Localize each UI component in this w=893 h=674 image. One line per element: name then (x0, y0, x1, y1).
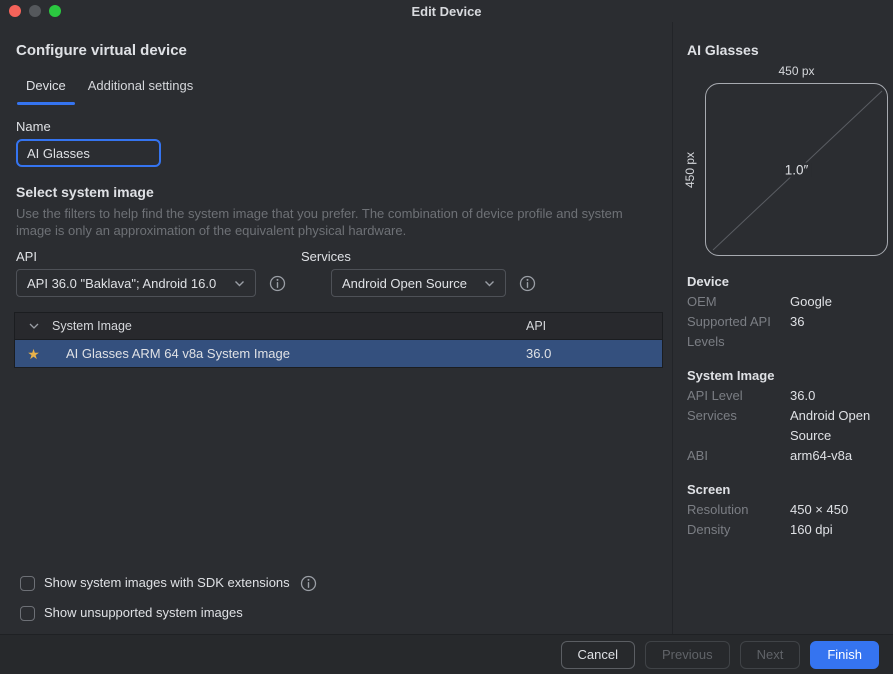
spec-row-services: Services Android Open Source (687, 406, 888, 446)
sdk-extensions-checkbox[interactable] (20, 576, 35, 591)
previous-button[interactable]: Previous (645, 641, 730, 669)
spec-row-resolution: Resolution 450 × 450 (687, 500, 888, 520)
system-image-description: Use the filters to help find the system … (16, 205, 632, 239)
spec-label: OEM (687, 292, 790, 312)
spec-row-api-level: API Level 36.0 (687, 386, 888, 406)
window-controls (9, 5, 61, 17)
spec-row-density: Density 160 dpi (687, 520, 888, 540)
spec-value: 160 dpi (790, 520, 888, 540)
api-info-icon[interactable] (269, 275, 286, 292)
column-header-api[interactable]: API (526, 319, 662, 333)
api-dropdown-value: API 36.0 "Baklava"; Android 16.0 (27, 276, 226, 291)
spec-row-abi: ABI arm64-v8a (687, 446, 888, 466)
column-header-system-image[interactable]: System Image (52, 319, 526, 333)
preview-device-name: AI Glasses (687, 42, 888, 59)
services-dropdown-value: Android Open Source (342, 276, 476, 291)
spec-label: Density (687, 520, 790, 540)
finish-button[interactable]: Finish (810, 641, 879, 669)
minimize-window-button[interactable] (29, 5, 41, 17)
favorite-star-icon[interactable]: ★ (27, 347, 40, 361)
spec-value: Google (790, 292, 888, 312)
spec-value: 36 (790, 312, 888, 352)
edit-device-dialog: Edit Device Configure virtual device Dev… (0, 0, 893, 674)
api-label: API (16, 249, 301, 265)
zoom-window-button[interactable] (49, 5, 61, 17)
unsupported-images-checkbox[interactable] (20, 606, 35, 621)
spec-label: Services (687, 406, 790, 446)
services-label: Services (301, 249, 351, 265)
system-image-name-cell: AI Glasses ARM 64 v8a System Image (52, 346, 526, 361)
checkbox-group: Show system images with SDK extensions S… (20, 573, 317, 633)
unsupported-images-checkbox-row: Show unsupported system images (20, 603, 317, 623)
sdk-extensions-info-icon[interactable] (300, 575, 317, 592)
name-label: Name (16, 119, 656, 135)
spec-section-device: Device (687, 272, 888, 292)
screen-width-label: 450 px (705, 63, 888, 79)
table-header-row: System Image API (15, 313, 662, 340)
tab-bar: Device Additional settings (17, 78, 656, 105)
screen-outline: 450 px 1.0″ (705, 83, 888, 256)
spec-value: Android Open Source (790, 406, 888, 446)
page-title: Configure virtual device (16, 42, 656, 60)
chevron-down-icon (484, 280, 495, 287)
table-row[interactable]: ★ AI Glasses ARM 64 v8a System Image 36.… (15, 340, 662, 367)
screen-height-label: 450 px (683, 150, 699, 190)
device-preview-pane: AI Glasses 450 px 450 px 1.0″ Device OEM… (672, 22, 893, 634)
spec-label: API Level (687, 386, 790, 406)
spec-value: arm64-v8a (790, 446, 888, 466)
tab-additional-settings-label: Additional settings (88, 78, 194, 94)
cancel-button[interactable]: Cancel (561, 641, 635, 669)
titlebar: Edit Device (0, 0, 893, 22)
sdk-extensions-checkbox-row: Show system images with SDK extensions (20, 573, 317, 593)
api-dropdown[interactable]: API 36.0 "Baklava"; Android 16.0 (16, 269, 256, 297)
collapse-chevron-icon[interactable] (15, 323, 52, 329)
spec-value: 36.0 (790, 386, 888, 406)
dialog-footer: Cancel Previous Next Finish (0, 634, 893, 674)
screen-preview: 450 px 450 px 1.0″ (687, 63, 888, 256)
spec-label: Resolution (687, 500, 790, 520)
system-image-table: System Image API ★ AI Glasses ARM 64 v8a… (14, 312, 663, 368)
unsupported-images-checkbox-label: Show unsupported system images (44, 605, 243, 621)
configure-pane: Configure virtual device Device Addition… (0, 22, 672, 634)
spec-row-supported-api-levels: Supported API Levels 36 (687, 312, 888, 352)
api-version-cell: 36.0 (526, 346, 662, 361)
chevron-down-icon (234, 280, 245, 287)
spec-value: 450 × 450 (790, 500, 888, 520)
name-input[interactable] (16, 139, 161, 167)
screen-diagonal-label: 1.0″ (782, 162, 812, 177)
tab-additional-settings[interactable]: Additional settings (79, 78, 203, 105)
spec-label: ABI (687, 446, 790, 466)
spec-section-screen: Screen (687, 480, 888, 500)
services-dropdown[interactable]: Android Open Source (331, 269, 506, 297)
window-title: Edit Device (0, 4, 893, 19)
spec-row-oem: OEM Google (687, 292, 888, 312)
spec-label: Supported API Levels (687, 312, 790, 352)
services-info-icon[interactable] (519, 275, 536, 292)
next-button[interactable]: Next (740, 641, 801, 669)
sdk-extensions-checkbox-label: Show system images with SDK extensions (44, 575, 290, 591)
select-system-image-title: Select system image (16, 184, 656, 201)
spec-section-system-image: System Image (687, 366, 888, 386)
close-window-button[interactable] (9, 5, 21, 17)
tab-device[interactable]: Device (17, 78, 75, 105)
tab-device-label: Device (26, 78, 66, 94)
